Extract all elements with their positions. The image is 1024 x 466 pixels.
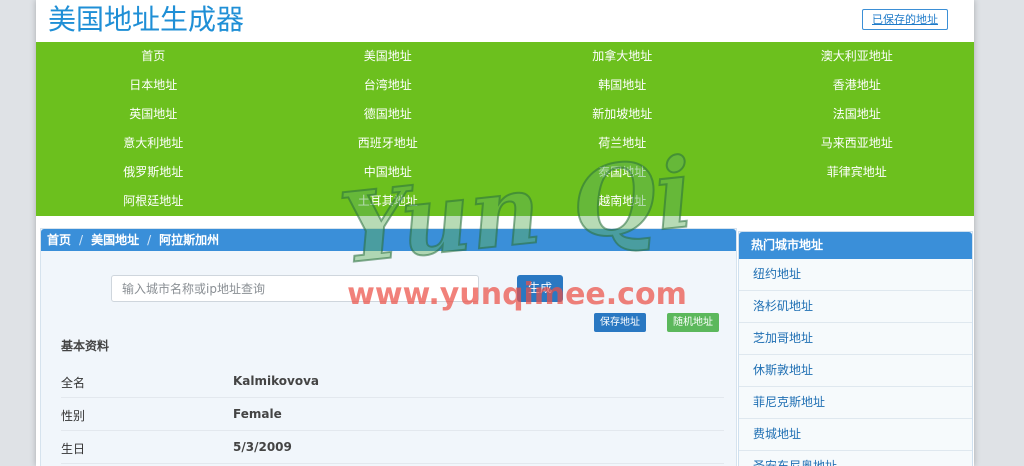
- breadcrumb-home[interactable]: 首页: [47, 233, 71, 247]
- nav-item-taiwan[interactable]: 台湾地址: [271, 71, 506, 100]
- city-ip-search-input[interactable]: [111, 275, 479, 302]
- site-title[interactable]: 美国地址生成器: [48, 2, 244, 38]
- nav-item-italy[interactable]: 意大利地址: [36, 129, 271, 158]
- saved-addresses-link[interactable]: 已保存的地址: [862, 9, 948, 30]
- nav-item-germany[interactable]: 德国地址: [271, 100, 506, 129]
- nav-item-hongkong[interactable]: 香港地址: [740, 71, 975, 100]
- sidebar-item-phoenix[interactable]: 菲尼克斯地址: [739, 387, 972, 419]
- popular-cities-sidebar: 热门城市地址 纽约地址 洛杉矶地址 芝加哥地址 休斯敦地址 菲尼克斯地址 费城地…: [738, 231, 973, 466]
- info-row-gender: 性别 Female: [61, 398, 724, 431]
- sidebar-item-new-york[interactable]: 纽约地址: [739, 259, 972, 291]
- sidebar-item-houston[interactable]: 休斯敦地址: [739, 355, 972, 387]
- info-label: 性别: [61, 409, 86, 423]
- nav-item-uk[interactable]: 英国地址: [36, 100, 271, 129]
- nav-item-philippines[interactable]: 菲律宾地址: [740, 158, 975, 187]
- nav-item-vietnam[interactable]: 越南地址: [505, 187, 740, 216]
- page-container: 美国地址生成器 已保存的地址 首页 美国地址 加拿大地址 澳大利亚地址 日本地址…: [36, 0, 974, 466]
- nav-item-malaysia[interactable]: 马来西亚地址: [740, 129, 975, 158]
- breadcrumb-country[interactable]: 美国地址: [91, 233, 139, 247]
- nav-item-canada[interactable]: 加拿大地址: [505, 42, 740, 71]
- address-panel: 首页 / 美国地址 / 阿拉斯加州 生成 保存地址 随机地址 基本资料 全名 Kalmi…: [40, 228, 737, 466]
- nav-item-home[interactable]: 首页: [36, 42, 271, 71]
- breadcrumb-separator: /: [147, 233, 152, 247]
- breadcrumb: 首页 / 美国地址 / 阿拉斯加州: [41, 229, 736, 251]
- info-label: 生日: [61, 442, 86, 456]
- generate-button[interactable]: 生成: [517, 275, 563, 302]
- random-address-button[interactable]: 随机地址: [667, 313, 719, 332]
- sidebar-title: 热门城市地址: [739, 232, 972, 259]
- nav-item-turkey[interactable]: 土耳其地址: [271, 187, 506, 216]
- info-row-birthday: 生日 5/3/2009: [61, 431, 724, 464]
- info-row-full-name: 全名 Kalmikovova: [61, 365, 724, 398]
- save-address-button[interactable]: 保存地址: [594, 313, 646, 332]
- info-label: 全名: [61, 376, 86, 390]
- section-title-basic-info: 基本资料: [61, 339, 110, 353]
- nav-item-china[interactable]: 中国地址: [271, 158, 506, 187]
- sidebar-item-los-angeles[interactable]: 洛杉矶地址: [739, 291, 972, 323]
- site-header: 美国地址生成器 已保存的地址: [36, 0, 974, 42]
- sidebar-item-chicago[interactable]: 芝加哥地址: [739, 323, 972, 355]
- nav-item-france[interactable]: 法国地址: [740, 100, 975, 129]
- nav-item-korea[interactable]: 韩国地址: [505, 71, 740, 100]
- nav-item-argentina[interactable]: 阿根廷地址: [36, 187, 271, 216]
- nav-item-australia[interactable]: 澳大利亚地址: [740, 42, 975, 71]
- nav-item-thailand[interactable]: 泰国地址: [505, 158, 740, 187]
- nav-item-japan[interactable]: 日本地址: [36, 71, 271, 100]
- country-nav: 首页 美国地址 加拿大地址 澳大利亚地址 日本地址 台湾地址 韩国地址 香港地址…: [36, 42, 974, 216]
- info-value: Female: [233, 407, 282, 421]
- nav-item-spain[interactable]: 西班牙地址: [271, 129, 506, 158]
- breadcrumb-state[interactable]: 阿拉斯加州: [159, 233, 219, 247]
- sidebar-item-san-antonio[interactable]: 圣安东尼奥地址: [739, 451, 972, 466]
- breadcrumb-separator: /: [79, 233, 84, 247]
- info-value: Kalmikovova: [233, 374, 320, 388]
- nav-item-usa[interactable]: 美国地址: [271, 42, 506, 71]
- info-value: 5/3/2009: [233, 440, 292, 454]
- nav-item-russia[interactable]: 俄罗斯地址: [36, 158, 271, 187]
- sidebar-item-philadelphia[interactable]: 费城地址: [739, 419, 972, 451]
- nav-item-singapore[interactable]: 新加坡地址: [505, 100, 740, 129]
- nav-item-netherlands[interactable]: 荷兰地址: [505, 129, 740, 158]
